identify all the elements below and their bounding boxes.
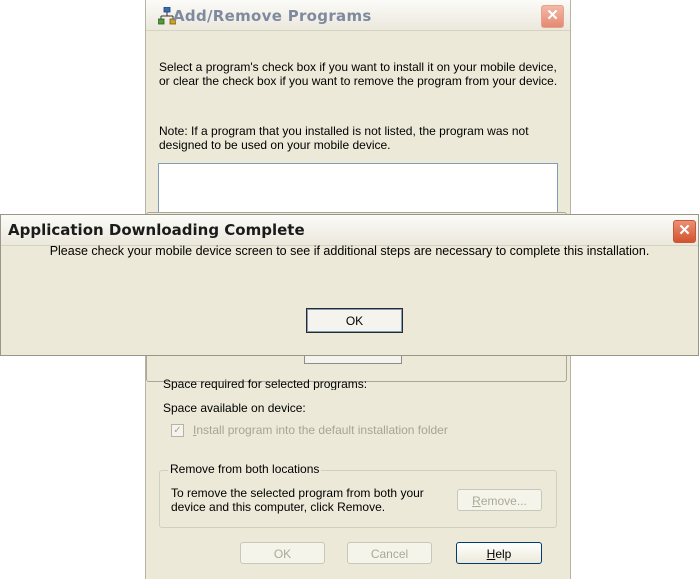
- dialog-ok-button[interactable]: OK: [306, 308, 403, 333]
- dialog-title-bar[interactable]: Application Downloading Complete ✕: [1, 215, 698, 246]
- dialog-title: Application Downloading Complete: [8, 221, 305, 239]
- dialog-ok-label: OK: [345, 314, 364, 328]
- application-downloading-complete-dialog: Application Downloading Complete ✕ Pleas…: [0, 214, 699, 356]
- space-required-label: Space required for selected programs:: [163, 377, 368, 390]
- install-default-label-rest: nstall program into the default installa…: [196, 423, 448, 437]
- cancel-button-label: Cancel: [370, 547, 409, 561]
- remove-button-accesskey: R: [472, 494, 481, 508]
- remove-button-label: emove...: [480, 494, 527, 508]
- close-icon: ✕: [678, 222, 691, 239]
- bg-title-bar[interactable]: Add/Remove Programs ✕: [146, 0, 570, 31]
- remove-group-legend: Remove from both locations: [168, 462, 322, 476]
- ok-button-label: OK: [273, 547, 292, 561]
- bg-window-title: Add/Remove Programs: [173, 7, 372, 25]
- space-available-label: Space available on device:: [163, 401, 306, 415]
- remove-group-text: To remove the selected program from both…: [171, 486, 424, 514]
- install-default-label: Install program into the default install…: [193, 423, 448, 437]
- remove-button[interactable]: Remove...: [457, 489, 542, 511]
- cancel-button[interactable]: Cancel: [347, 542, 432, 564]
- dialog-close-button[interactable]: ✕: [673, 220, 696, 243]
- instructions-text: Select a program's check box if you want…: [159, 60, 558, 88]
- note-text: Note: If a program that you installed is…: [159, 124, 529, 152]
- ok-button[interactable]: OK: [240, 542, 325, 564]
- dialog-message: Please check your mobile device screen t…: [49, 244, 650, 258]
- install-default-checkbox[interactable]: ✓: [171, 424, 184, 437]
- help-button-label: elp: [495, 547, 512, 561]
- bg-close-button[interactable]: ✕: [541, 5, 564, 28]
- help-button[interactable]: Help: [456, 542, 542, 564]
- close-icon: ✕: [546, 7, 559, 24]
